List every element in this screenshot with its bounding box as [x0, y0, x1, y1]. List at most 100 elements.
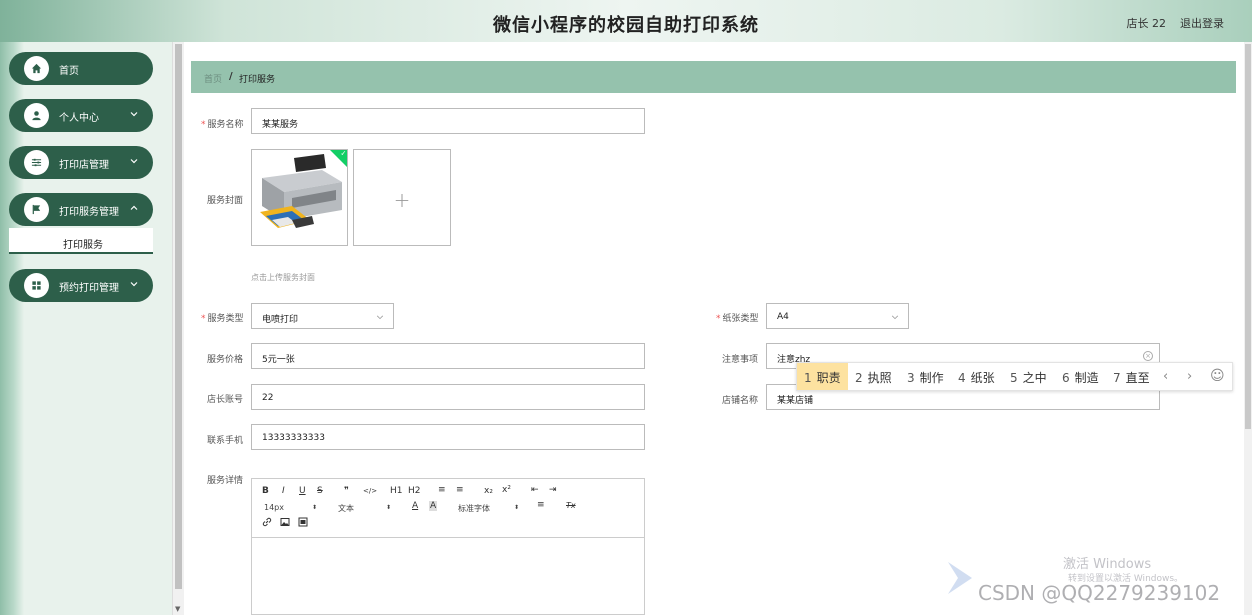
- quote-icon[interactable]: ❞: [344, 486, 349, 496]
- breadcrumb-home[interactable]: 首页: [204, 72, 222, 85]
- clear-icon[interactable]: ×: [1143, 351, 1153, 361]
- ime-candidate[interactable]: 6 制造: [1055, 363, 1106, 390]
- sidebar-subitem-print-service[interactable]: 打印服务: [9, 228, 153, 254]
- scrollbar-thumb[interactable]: [175, 44, 182, 589]
- sidebar-item-label: 个人中心: [59, 113, 99, 124]
- text-color-icon[interactable]: A: [412, 501, 418, 511]
- heading1-icon[interactable]: H1: [390, 486, 403, 496]
- sidebar-item-personal[interactable]: 个人中心: [9, 99, 153, 132]
- service-type-select[interactable]: 电喷打印: [251, 303, 394, 329]
- chevron-down-icon: [130, 282, 138, 287]
- breadcrumb-separator: /: [229, 71, 233, 82]
- page-title: 微信小程序的校园自助打印系统: [493, 15, 759, 36]
- home-icon: [24, 56, 49, 81]
- ordered-list-icon[interactable]: ≡: [438, 485, 446, 495]
- heading2-icon[interactable]: H2: [408, 486, 421, 496]
- service-type-label: * 服务类型: [201, 314, 244, 324]
- cover-label: 服务封面: [207, 196, 244, 206]
- grid-icon: [24, 273, 49, 298]
- chevron-updown-icon: ⬍: [312, 504, 318, 511]
- paper-type-select[interactable]: A4: [766, 303, 909, 329]
- logout-link[interactable]: 退出登录: [1180, 15, 1224, 31]
- bullet-list-icon[interactable]: ≡: [456, 485, 464, 495]
- shop-name-label: 店铺名称: [722, 396, 759, 406]
- video-icon[interactable]: [298, 517, 308, 530]
- sidebar-scrollbar[interactable]: ▼: [172, 42, 184, 615]
- service-name-label: * 服务名称: [201, 120, 244, 130]
- clear-format-icon[interactable]: Tx: [566, 501, 576, 510]
- cover-upload-hint: 点击上传服务封面: [251, 273, 315, 282]
- scrollbar-thumb[interactable]: [1245, 44, 1251, 429]
- link-icon[interactable]: [262, 517, 272, 530]
- sidebar-item-print-services[interactable]: 打印服务管理: [9, 193, 153, 226]
- sliders-icon: [24, 150, 49, 175]
- page-scrollbar[interactable]: [1244, 42, 1252, 615]
- ime-candidate[interactable]: 2 执照: [848, 363, 899, 390]
- cover-image-thumbnail[interactable]: ✓: [251, 149, 348, 246]
- paper-type-label: * 纸张类型: [716, 314, 759, 324]
- text-style-select[interactable]: 文本 ⬍: [338, 503, 394, 514]
- indent-icon[interactable]: ⇥: [549, 485, 557, 495]
- scroll-down-arrow-icon[interactable]: ▼: [175, 605, 180, 613]
- chevron-up-icon: [130, 205, 138, 210]
- chevron-down-icon: [130, 112, 138, 117]
- top-header: 微信小程序的校园自助打印系统 店长 22 退出登录: [0, 0, 1252, 42]
- phone-input[interactable]: 13333333333: [251, 424, 645, 450]
- bold-icon[interactable]: B: [262, 486, 269, 496]
- sidebar: 首页 个人中心 打印店管理 打印服务管理 打印服务 预约打印管理: [0, 42, 172, 615]
- sidebar-item-print-shops[interactable]: 打印店管理: [9, 146, 153, 179]
- rich-text-editor: B I U S ❞ </> H1 H2 ≡ ≡ x₂ x² ⇤ ⇥ 14px ⬍ …: [251, 478, 645, 615]
- outdent-icon[interactable]: ⇤: [531, 485, 539, 495]
- chevron-down-icon: [376, 315, 384, 320]
- italic-icon[interactable]: I: [282, 486, 285, 496]
- cover-upload-button[interactable]: +: [353, 149, 451, 246]
- bg-color-icon[interactable]: A: [429, 501, 438, 511]
- sidebar-item-home[interactable]: 首页: [9, 52, 153, 85]
- owner-account-input[interactable]: 22: [251, 384, 645, 410]
- service-name-input[interactable]: 某某服务: [251, 108, 645, 134]
- ime-emoji-icon[interactable]: ☺: [1210, 368, 1225, 384]
- ime-candidate[interactable]: 4 纸张: [951, 363, 1002, 390]
- underline-icon[interactable]: U: [299, 486, 306, 496]
- service-type-value: 电喷打印: [262, 315, 299, 325]
- price-input[interactable]: 5元一张: [251, 343, 645, 369]
- sidebar-item-label: 打印店管理: [59, 160, 109, 171]
- subscript-icon[interactable]: x₂: [484, 486, 493, 496]
- current-user: 店长 22: [1126, 17, 1167, 30]
- ime-prev-icon[interactable]: ‹: [1163, 369, 1168, 384]
- ime-candidate[interactable]: 5 之中: [1003, 363, 1054, 390]
- sidebar-item-label: 打印服务管理: [59, 207, 119, 218]
- align-icon[interactable]: ≡: [537, 500, 545, 510]
- strike-icon[interactable]: S: [317, 486, 323, 496]
- ime-next-icon[interactable]: ›: [1187, 369, 1192, 384]
- sidebar-item-reservations[interactable]: 预约打印管理: [9, 269, 153, 302]
- plus-icon: +: [393, 188, 411, 212]
- phone-label: 联系手机: [207, 436, 244, 446]
- font-size-select[interactable]: 14px ⬍: [264, 503, 322, 512]
- ime-candidate[interactable]: 7 直至: [1106, 363, 1157, 390]
- image-icon[interactable]: [280, 517, 290, 530]
- ime-candidate-bar: 1 职责 2 执照 3 制作 4 纸张 5 之中 6 制造 7 直至 ‹ › ☺: [796, 362, 1233, 391]
- breadcrumb: 首页 / 打印服务: [191, 61, 1236, 93]
- check-icon: ✓: [340, 149, 347, 158]
- price-label: 服务价格: [207, 355, 244, 365]
- sidebar-item-label: 首页: [59, 66, 79, 77]
- detail-label: 服务详情: [207, 476, 244, 486]
- notes-label: 注意事项: [722, 355, 759, 365]
- superscript-icon[interactable]: x²: [502, 485, 511, 495]
- sidebar-item-label: 预约打印管理: [59, 283, 119, 294]
- ime-candidate[interactable]: 1 职责: [797, 363, 848, 390]
- user-icon: [24, 103, 49, 128]
- csdn-watermark: CSDN @QQ2279239102: [978, 581, 1221, 605]
- editor-content-area[interactable]: [252, 539, 644, 615]
- printer-image: [252, 150, 347, 245]
- flag-icon: [24, 197, 49, 222]
- chevron-updown-icon: ⬍: [514, 504, 520, 511]
- code-icon[interactable]: </>: [363, 487, 377, 495]
- chevron-down-icon: [130, 159, 138, 164]
- editor-toolbar: B I U S ❞ </> H1 H2 ≡ ≡ x₂ x² ⇤ ⇥ 14px ⬍ …: [252, 479, 644, 538]
- breadcrumb-current: 打印服务: [239, 75, 276, 85]
- font-family-select[interactable]: 标准字体 ⬍: [458, 503, 522, 514]
- ime-candidate[interactable]: 3 制作: [900, 363, 951, 390]
- sidebar-subitem-label: 打印服务: [63, 240, 103, 251]
